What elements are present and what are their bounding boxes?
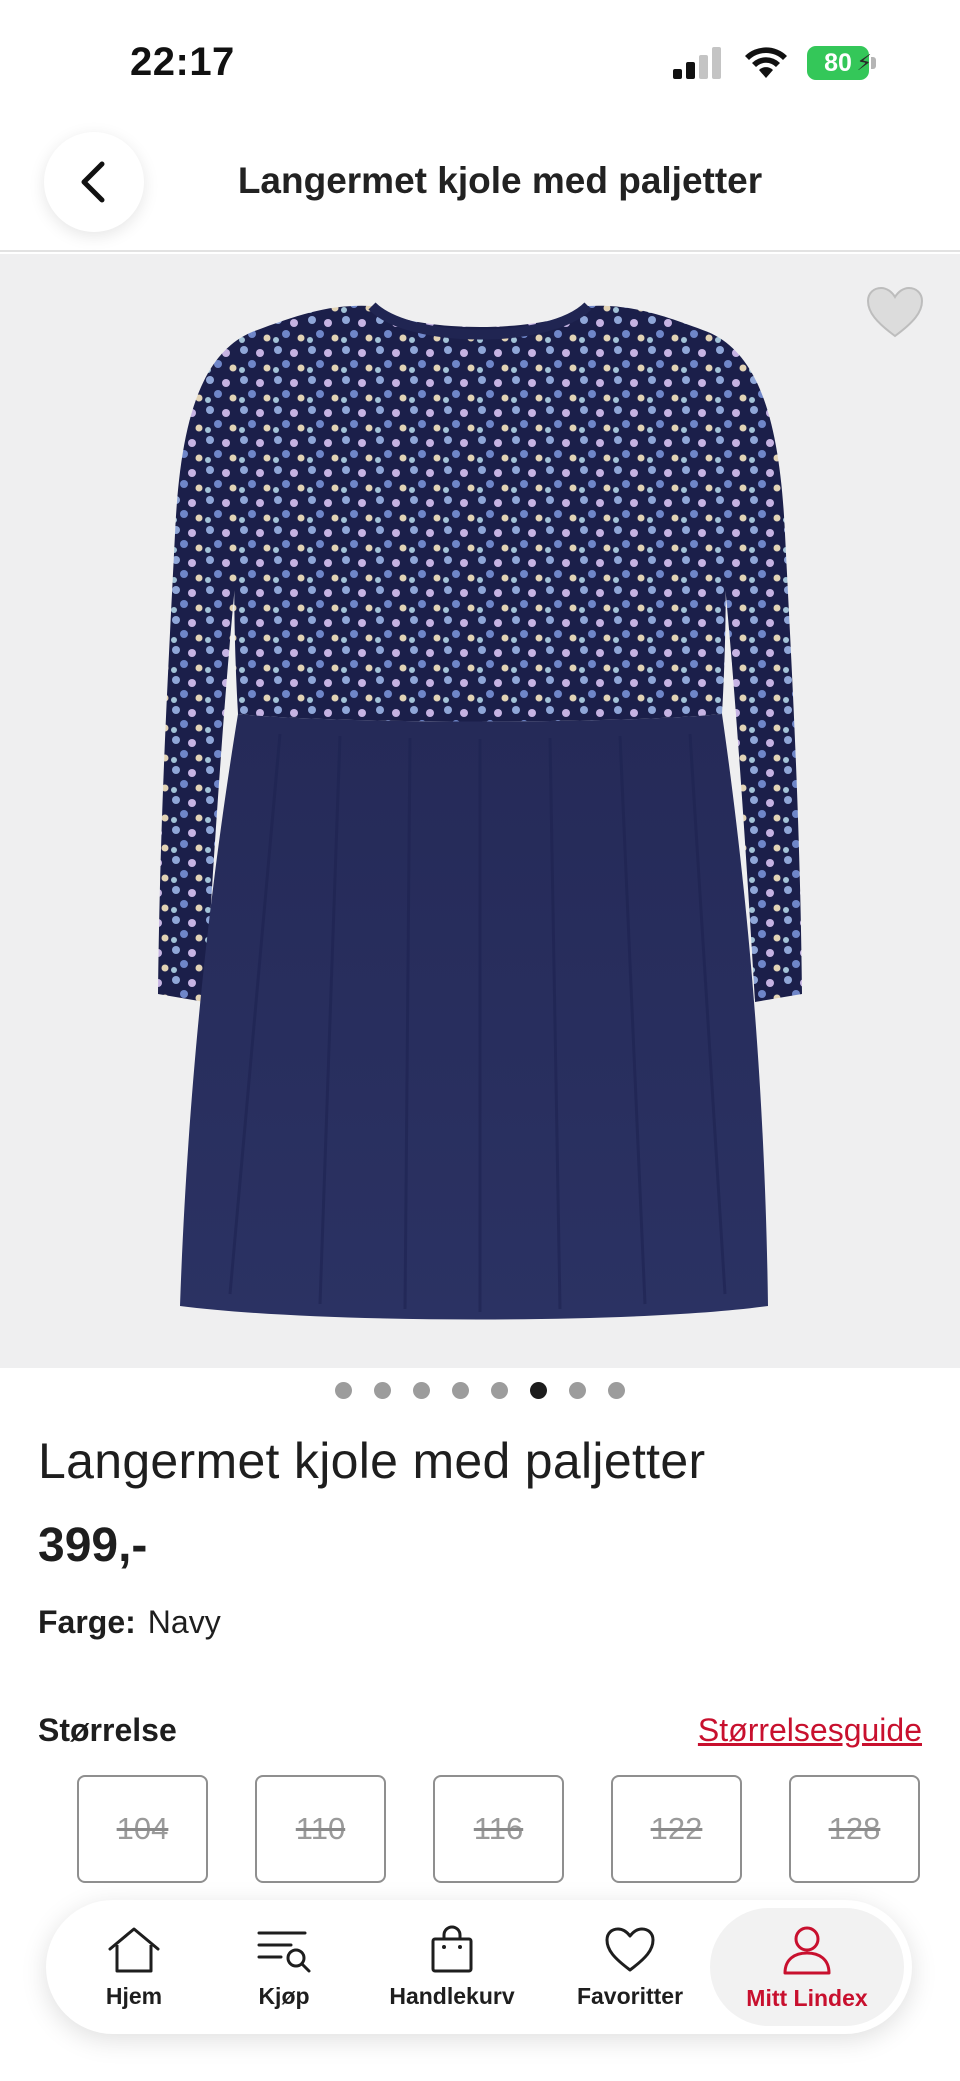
carousel-dot[interactable] xyxy=(374,1382,391,1399)
carousel-dot[interactable] xyxy=(413,1382,430,1399)
top-header: Langermet kjole med paljetter xyxy=(0,120,960,252)
battery-level: 80 xyxy=(824,48,852,77)
cellular-signal-icon xyxy=(673,47,721,79)
size-guide-link[interactable]: Størrelsesguide xyxy=(698,1712,922,1749)
heart-icon xyxy=(605,1927,655,1971)
size-option-110[interactable]: 110 xyxy=(255,1775,386,1883)
carousel-dot[interactable] xyxy=(335,1382,352,1399)
size-option-128[interactable]: 128 xyxy=(789,1775,920,1883)
product-image[interactable] xyxy=(0,254,960,1368)
nav-label-hjem: Hjem xyxy=(105,1982,163,2009)
size-option-122[interactable]: 122 xyxy=(611,1775,742,1883)
status-bar: 22:17 80 ⚡ xyxy=(0,0,960,120)
color-row: Farge: Navy xyxy=(38,1604,221,1641)
carousel-dot[interactable] xyxy=(491,1382,508,1399)
size-option-104[interactable]: 104 xyxy=(77,1775,208,1883)
status-icons: 80 ⚡ xyxy=(673,46,876,80)
carousel-dots[interactable] xyxy=(0,1382,960,1399)
color-value: Navy xyxy=(147,1604,221,1640)
shopping-bag-icon xyxy=(431,1925,473,1972)
carousel-dot[interactable] xyxy=(569,1382,586,1399)
status-time: 22:17 xyxy=(130,40,235,84)
color-label: Farge: xyxy=(38,1604,136,1640)
nav-label-favoritter: Favoritter xyxy=(576,1982,684,2009)
nav-item-favoritter[interactable]: Favoritter xyxy=(550,1900,710,2034)
header-title: Langermet kjole med paljetter xyxy=(237,160,763,201)
nav-label-kjop: Kjøp xyxy=(258,1982,310,2009)
home-icon xyxy=(108,1927,160,1972)
dress-image xyxy=(158,302,802,1320)
nav-item-kjop[interactable]: Kjøp xyxy=(214,1900,354,2034)
nav-label-handlekurv: Handlekurv xyxy=(389,1982,515,2009)
product-name: Langermet kjole med paljetter xyxy=(38,1433,706,1489)
carousel-dot[interactable] xyxy=(452,1382,469,1399)
size-row: Størrelse Størrelsesguide xyxy=(38,1712,922,1760)
product-price: 399,- xyxy=(38,1519,148,1572)
size-options: 104 110 116 122 128 xyxy=(77,1775,920,1883)
nav-item-hjem[interactable]: Hjem xyxy=(64,1900,204,2034)
wifi-icon xyxy=(745,47,787,78)
user-icon xyxy=(783,1926,831,1974)
carousel-dot[interactable] xyxy=(608,1382,625,1399)
nav-label-mitt-lindex: Mitt Lindex xyxy=(746,1984,868,2011)
size-option-116[interactable]: 116 xyxy=(433,1775,564,1883)
favorite-heart-icon[interactable] xyxy=(864,284,926,340)
carousel-dot[interactable] xyxy=(530,1382,547,1399)
battery-icon: 80 ⚡ xyxy=(807,46,876,80)
size-title: Størrelse xyxy=(38,1712,177,1748)
bottom-nav: Hjem Kjøp Handlekurv Favoritter Mitt Lin… xyxy=(46,1900,912,2034)
nav-item-mitt-lindex[interactable]: Mitt Lindex xyxy=(710,1908,904,2026)
search-list-icon xyxy=(257,1931,311,1972)
nav-item-handlekurv[interactable]: Handlekurv xyxy=(372,1900,532,2034)
